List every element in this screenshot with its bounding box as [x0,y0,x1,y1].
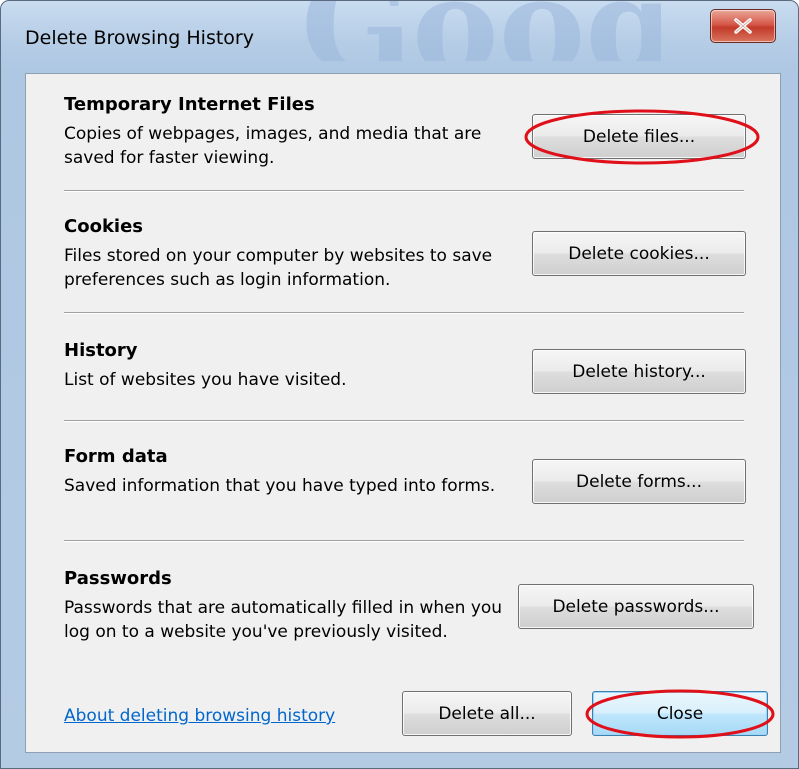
section-description: Copies of webpages, images, and media th… [64,124,482,168]
section-title: Passwords [64,568,172,589]
section-title: History [64,340,138,361]
dialog-panel: Temporary Internet Files Copies of webpa… [25,73,781,753]
about-deleting-history-link[interactable]: About deleting browsing history [64,706,335,726]
delete-passwords-button[interactable]: Delete passwords... [518,584,754,629]
dialog-window: Google Delete Browsing History Temporary… [0,0,799,769]
delete-history-button[interactable]: Delete history... [532,349,746,394]
section-description: List of websites you have visited. [64,370,347,390]
section-title: Cookies [64,216,144,237]
delete-forms-button[interactable]: Delete forms... [532,459,746,504]
section-title: Temporary Internet Files [64,94,315,115]
section-divider [64,540,744,542]
close-button[interactable]: Close [592,691,768,736]
delete-cookies-button[interactable]: Delete cookies... [532,231,746,276]
delete-all-button[interactable]: Delete all... [402,691,572,736]
close-icon [734,18,752,34]
section-divider [64,190,744,192]
title-bar: Delete Browsing History [1,1,798,73]
section-description: Saved information that you have typed in… [64,476,496,496]
window-close-button[interactable] [710,9,776,43]
section-divider [64,312,744,314]
section-divider [64,420,744,422]
section-title: Form data [64,446,168,467]
section-description: Passwords that are automatically filled … [64,598,503,642]
section-description: Files stored on your computer by website… [64,246,493,290]
window-title: Delete Browsing History [25,27,254,49]
delete-files-button[interactable]: Delete files... [532,114,746,159]
